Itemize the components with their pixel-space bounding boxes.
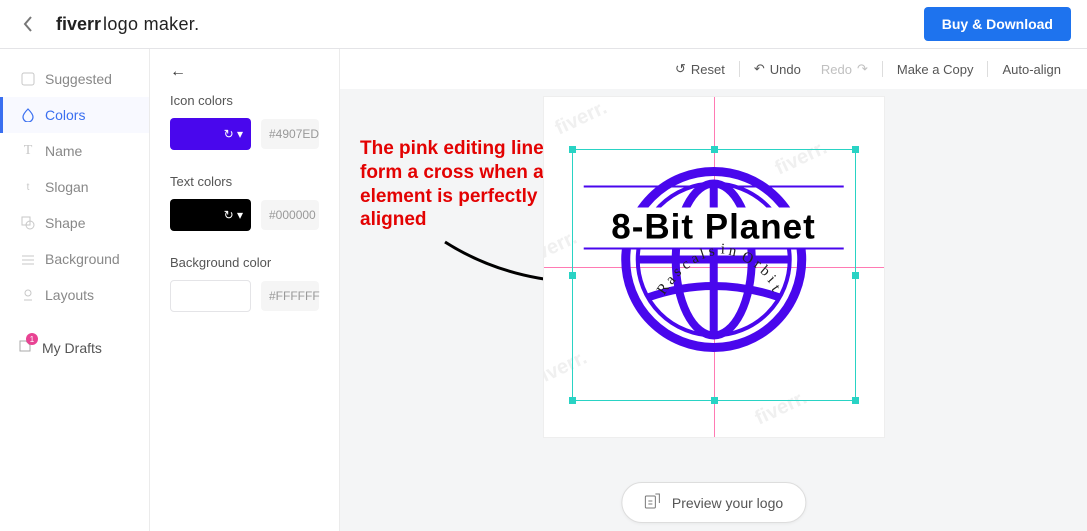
sidenav-item-label: Colors [45,107,85,123]
copy-label: Make a Copy [897,62,974,77]
text-colors-label: Text colors [170,174,319,189]
name-icon: T [21,144,35,158]
align-label: Auto-align [1002,62,1061,77]
panel-back-button[interactable]: ← [170,63,186,81]
auto-align-button[interactable]: Auto-align [996,60,1067,79]
resize-handle[interactable] [569,272,576,279]
redo-icon: ↷ [857,61,868,77]
resize-handle[interactable] [852,146,859,153]
preview-icon [644,493,662,512]
bg-color-swatch[interactable] [170,280,251,312]
sidenav-item-background[interactable]: Background [0,241,149,277]
sidenav-item-label: Layouts [45,287,94,303]
sidenav-item-colors[interactable]: Colors [0,97,149,133]
slogan-icon: t [21,180,35,194]
colors-icon [21,108,35,122]
resize-handle[interactable] [852,397,859,404]
reset-icon: ↺ [675,61,686,77]
drafts-badge: 1 [26,333,38,345]
sidenav: Suggested Colors T Name t Slogan Shape B… [0,49,150,531]
bg-color-hex[interactable]: #FFFFFF [261,281,319,311]
sidenav-item-name[interactable]: T Name [0,133,149,169]
make-copy-button[interactable]: Make a Copy [891,60,980,79]
resize-handle[interactable] [852,272,859,279]
sidenav-item-shape[interactable]: Shape [0,205,149,241]
back-button[interactable] [16,12,40,36]
watermark: fiverr. [751,387,810,431]
sidenav-item-label: Shape [45,215,85,231]
sidenav-item-label: Slogan [45,179,89,195]
accent-line-top [583,186,843,188]
icon-color-swatch[interactable]: ↻ ▾ [170,118,251,150]
icon-color-hex[interactable]: #4907ED [261,119,319,149]
shape-icon [21,216,35,230]
undo-icon: ↶ [754,61,765,77]
brand-bold: fiverr [56,14,101,35]
logo-element[interactable]: 8-Bit Planet Rascals in Orbit [609,208,818,327]
sidenav-item-layouts[interactable]: Layouts [0,277,149,313]
brand-logo: fiverr logo maker. [56,14,199,35]
logo-artboard[interactable]: fiverr. fiverr. fiverr. fiverr. fiverr. [544,97,884,437]
watermark: fiverr. [544,347,591,391]
canvas-toolbar: ↺ Reset ↶ Undo Redo ↷ Make a Copy Auto-alig… [340,49,1087,89]
redo-label: Redo [821,62,852,77]
my-drafts-button[interactable]: 1 My Drafts [0,329,149,366]
suggested-icon [21,72,35,86]
canvas-stage: The pink editing lines form a cross when… [340,89,1087,531]
brand-thin: logo maker. [103,14,199,35]
sidenav-item-suggested[interactable]: Suggested [0,61,149,97]
sidenav-item-slogan[interactable]: t Slogan [0,169,149,205]
divider [882,61,883,77]
colors-panel: ← Icon colors ↻ ▾ #4907ED Text colors ↻ … [150,49,340,531]
logo-tagline-text[interactable]: Rascals in Orbit [609,310,818,327]
text-color-hex[interactable]: #000000 [261,200,319,230]
sidenav-item-label: Background [45,251,120,267]
preview-logo-button[interactable]: Preview your logo [621,482,806,523]
text-color-swatch[interactable]: ↻ ▾ [170,199,251,231]
buy-download-button[interactable]: Buy & Download [924,7,1071,41]
redo-button: Redo ↷ [815,59,874,79]
reset-button[interactable]: ↺ Reset [669,59,731,79]
sidenav-item-label: Suggested [45,71,112,87]
preview-label: Preview your logo [672,495,783,511]
layouts-icon [21,288,35,302]
undo-label: Undo [770,62,801,77]
bg-color-label: Background color [170,255,319,270]
divider [739,61,740,77]
sidenav-item-label: Name [45,143,82,159]
background-icon [21,252,35,266]
resize-handle[interactable] [569,146,576,153]
cycle-icon: ↻ ▾ [224,208,243,222]
watermark: fiverr. [551,97,610,140]
drafts-label: My Drafts [42,340,102,356]
undo-button[interactable]: ↶ Undo [748,59,807,79]
logo-brand-text[interactable]: 8-Bit Planet [609,208,818,248]
reset-label: Reset [691,62,725,77]
icon-colors-label: Icon colors [170,93,319,108]
resize-handle[interactable] [569,397,576,404]
divider [987,61,988,77]
watermark: fiverr. [544,227,581,271]
cycle-icon: ↻ ▾ [224,127,243,141]
